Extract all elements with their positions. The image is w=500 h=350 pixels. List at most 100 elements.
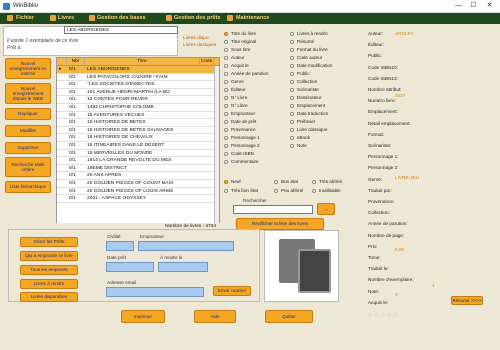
radio-icon[interactable] xyxy=(290,143,294,148)
table-row[interactable]: 0/1 20 ANS APRES xyxy=(57,172,219,180)
delete-button[interactable]: Supprimer xyxy=(5,142,51,154)
radio-icon[interactable] xyxy=(224,79,228,84)
radio-icon[interactable] xyxy=(290,103,294,108)
new-internal-record-button[interactable]: Nouvel enregistrement en interne xyxy=(5,58,51,79)
table-row[interactable]: 0/1 20 GOLDEN PIECES OF LOUIS ARMS xyxy=(57,188,219,196)
radio-icon[interactable] xyxy=(224,31,228,36)
maximize-button[interactable]: ☐ xyxy=(467,1,480,11)
table-row[interactable]: 0/1 15 HISTOIRES DE BETES SAUVAGES xyxy=(57,127,219,135)
multi-criteria-search-button[interactable]: Recherche Multi critère xyxy=(5,157,51,177)
radio-icon[interactable] xyxy=(290,39,294,44)
table-row[interactable]: 0/1 15 ITINEAIRES DANS LE DESERT xyxy=(57,142,219,150)
radio-icon[interactable] xyxy=(224,151,228,156)
quit-button[interactable]: Quitter xyxy=(265,310,313,323)
search-go-button[interactable]: → xyxy=(317,203,335,215)
civilite-field[interactable] xyxy=(106,241,134,251)
radio-icon[interactable] xyxy=(224,111,228,116)
resume-button[interactable]: Résumé >>>> xyxy=(451,296,483,305)
date-pret-field[interactable] xyxy=(106,262,154,272)
radio-icon[interactable] xyxy=(224,143,228,148)
manage-loans-button[interactable]: Gérer les Prêts xyxy=(20,237,78,247)
rating-stars[interactable]: ☆☆☆☆☆ xyxy=(367,311,398,319)
books-icon xyxy=(50,15,56,21)
row-title: 1492 CHRISTOPHE COLOMB xyxy=(87,105,154,110)
col-code[interactable]: Code xyxy=(200,58,214,66)
radio-icon[interactable] xyxy=(290,87,294,92)
table-row[interactable]: 0/1 15 HISTOIRES DE BETES xyxy=(57,119,219,127)
table-row[interactable]: 0/1 1914 LA GRANDE REVOLTE DU MIDI xyxy=(57,157,219,165)
table-row[interactable]: 0/1 15 AVENTURES VECUES xyxy=(57,112,219,120)
table-row[interactable]: 0/1 12 CONTES POUR REVER xyxy=(57,96,219,104)
send-mail-button[interactable]: Envoi courrier xyxy=(213,286,251,296)
table-row[interactable]: 0/1 101 AVENUE HENRI-MARTIN (LA BO xyxy=(57,89,219,97)
radio-icon[interactable] xyxy=(274,179,278,184)
radio-icon[interactable] xyxy=(290,31,294,36)
radio-icon[interactable] xyxy=(290,79,294,84)
duplicate-button[interactable]: Dupliquer xyxy=(5,108,51,120)
radio-icon[interactable] xyxy=(224,39,228,44)
radio-icon[interactable] xyxy=(290,95,294,100)
email-field[interactable] xyxy=(106,287,204,297)
col-nbr[interactable]: Nbr xyxy=(67,58,85,66)
emprunteur-field[interactable] xyxy=(138,241,234,251)
all-loans-button[interactable]: Tous les emprunts xyxy=(20,265,78,275)
radio-icon[interactable] xyxy=(224,179,228,184)
radio-icon[interactable] xyxy=(224,71,228,76)
radio-icon[interactable] xyxy=(224,55,228,60)
menu-fichier[interactable]: Fichier xyxy=(16,13,34,24)
a-rendre-field[interactable] xyxy=(158,262,208,272)
radio-icon[interactable] xyxy=(224,188,228,193)
radio-icon[interactable] xyxy=(290,47,294,52)
radio-icon[interactable] xyxy=(224,103,228,108)
table-row[interactable]: 0/1 15 HISTOIRES DE CHEVAUX xyxy=(57,134,219,142)
books-to-return-button[interactable]: Livres à rendre xyxy=(20,279,78,289)
radio-icon[interactable] xyxy=(224,119,228,124)
radio-icon[interactable] xyxy=(290,111,294,116)
menu-livres[interactable]: Livres xyxy=(58,13,74,24)
title-search-field[interactable]: LES ABORIGENES xyxy=(64,26,178,34)
available-books-button[interactable]: Livres disponibles xyxy=(20,292,78,302)
hierarchical-list-button[interactable]: Liste hiérarchique xyxy=(5,181,51,193)
row-title: 20 GOLDEN PIECES OF LOUIS ARMS xyxy=(87,188,174,194)
radio-icon[interactable] xyxy=(290,55,294,60)
radio-icon[interactable] xyxy=(224,87,228,92)
radio-icon[interactable] xyxy=(224,63,228,68)
radio-icon[interactable] xyxy=(312,188,316,193)
help-button[interactable]: Aide xyxy=(194,310,236,323)
table-row[interactable]: 0/1 LES PATACOLORS J'ADORE ! FAIM xyxy=(57,74,219,82)
radio-icon[interactable] xyxy=(312,179,316,184)
books-table[interactable]: Nbr Titre Code ▸ 0/1 LES ABORIGENES 0/1 LES … xyxy=(56,57,220,231)
radio-icon[interactable] xyxy=(224,47,228,52)
table-row[interactable]: ▸ 0/1 LES ABORIGENES xyxy=(57,66,219,74)
radio-icon[interactable] xyxy=(274,188,278,193)
minimize-button[interactable]: — xyxy=(452,1,465,11)
table-row[interactable]: 0/1 "LES SOCIETES D'INSECTES xyxy=(57,81,219,89)
print-button[interactable]: Imprimer xyxy=(121,310,165,323)
radio-icon[interactable] xyxy=(290,135,294,140)
radio-icon[interactable] xyxy=(224,95,228,100)
radio-icon[interactable] xyxy=(290,71,294,76)
table-row[interactable]: 0/1 19EME DISTRICT xyxy=(57,165,219,173)
modify-button[interactable]: Modifier xyxy=(5,125,51,137)
radio-icon[interactable] xyxy=(290,119,294,124)
col-titre[interactable]: Titre xyxy=(85,58,200,66)
menu-gestion-bases[interactable]: Gestion des bases xyxy=(97,13,146,24)
close-button[interactable]: ✕ xyxy=(483,1,496,11)
radio-icon[interactable] xyxy=(290,127,294,132)
table-scrollbar[interactable] xyxy=(214,66,219,223)
table-row[interactable]: 0/1 2001 : ASPACE ODYSSEY xyxy=(57,195,219,203)
search-input[interactable] xyxy=(233,205,313,214)
radio-icon[interactable] xyxy=(224,159,228,164)
row-nbr: 0/1 xyxy=(69,173,76,179)
row-selector[interactable]: ▸ xyxy=(59,66,65,74)
radio-icon[interactable] xyxy=(224,127,228,132)
who-borrowed-button[interactable]: Qui a emprunté ce livre xyxy=(20,251,78,261)
radio-icon[interactable] xyxy=(290,63,294,68)
radio-icon[interactable] xyxy=(224,135,228,140)
table-row[interactable]: 0/1 1492 CHRISTOPHE COLOMB xyxy=(57,104,219,112)
menu-maintenance[interactable]: Maintenance xyxy=(236,13,269,24)
new-web-record-button[interactable]: Nouvel enregistrement depuis le WEB xyxy=(5,83,51,104)
menu-gestion-prets[interactable]: Gestion des prêts xyxy=(174,13,220,24)
table-row[interactable]: 0/1 20 GOLDEN PIECES OF COUNT BASI xyxy=(57,180,219,188)
table-row[interactable]: 0/1 15 MERVEILLES DU MONDE xyxy=(57,150,219,158)
